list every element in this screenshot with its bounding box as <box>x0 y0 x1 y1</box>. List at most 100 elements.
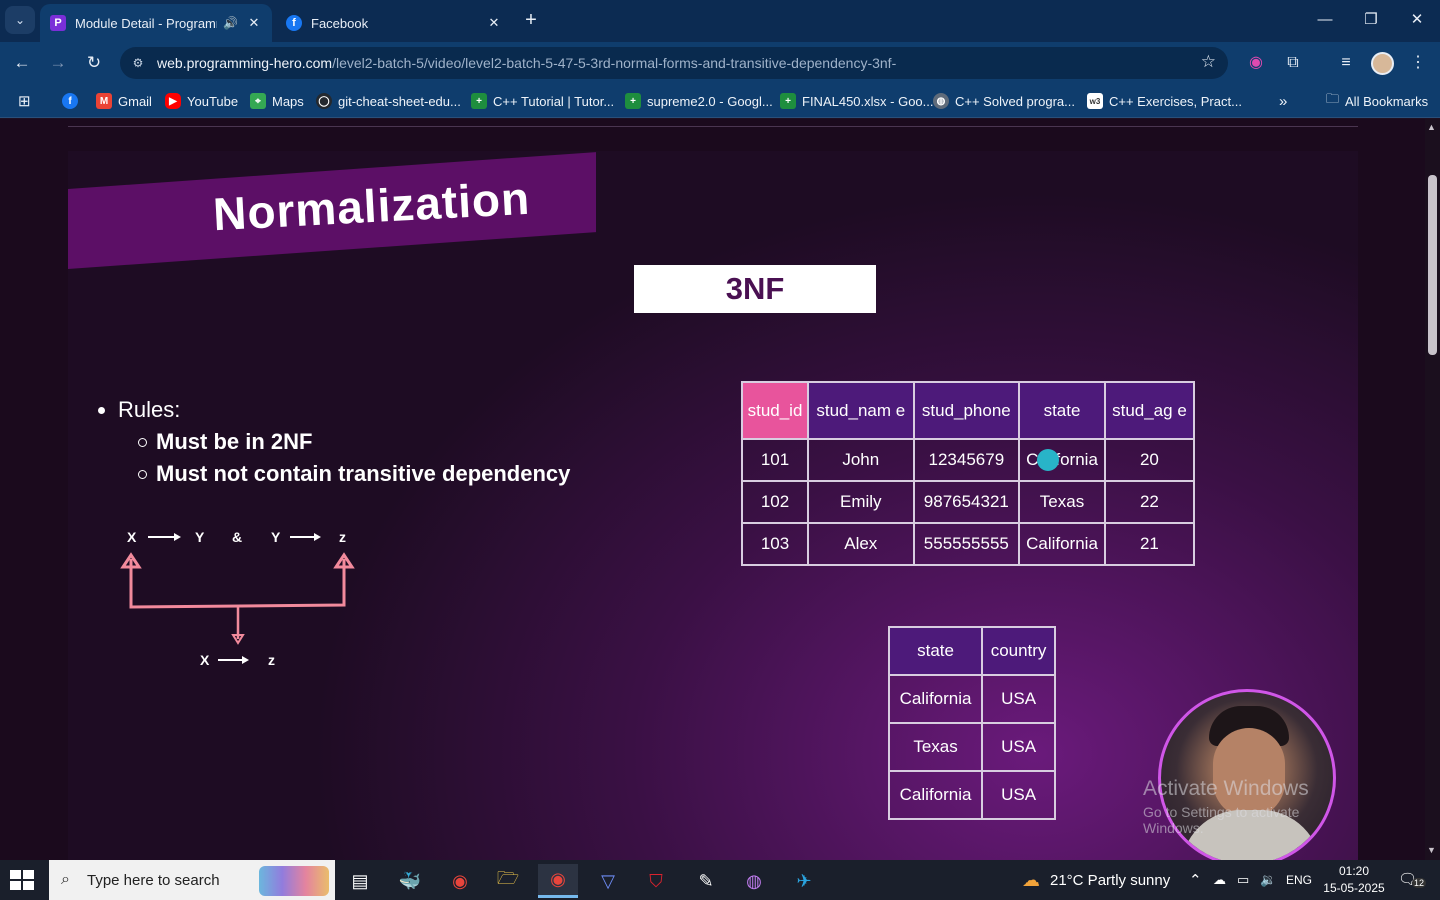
transitive-dependency-diagram: X Y & Y z X z <box>120 529 355 668</box>
bookmark-maps[interactable]: ⌖ Maps <box>250 91 304 111</box>
windows-taskbar: ⌕ Type here to search ▤ 🐳 ◉ 🗁 ◉ ▽ ⛉ ✎ ◍ … <box>0 860 1440 900</box>
diagram-y: Y <box>271 529 281 545</box>
diagram-y: Y <box>195 529 205 545</box>
site-info-icon[interactable]: ⚙ <box>130 56 146 70</box>
taskbar-clock[interactable]: 01:20 15-05-2025 <box>1318 863 1390 897</box>
bookmark-youtube[interactable]: ▶ YouTube <box>165 91 238 111</box>
tray-overflow-icon[interactable]: ⌃ <box>1189 860 1202 900</box>
diagram-z: z <box>339 529 346 545</box>
diagram-x: X <box>200 652 210 668</box>
chevron-down-icon: ⌄ <box>14 13 26 27</box>
language-indicator[interactable]: ENG <box>1286 860 1312 900</box>
bookmark-facebook[interactable]: f <box>62 91 84 111</box>
apps-icon[interactable]: ⊞ <box>18 91 31 111</box>
pen-app-icon[interactable]: ✎ <box>686 864 726 898</box>
facebook-icon: f <box>286 15 302 31</box>
back-button[interactable]: ← <box>8 50 36 76</box>
file-explorer-icon[interactable]: 🗁 <box>488 864 528 898</box>
network-icon[interactable]: ▭ <box>1237 860 1249 900</box>
table-header-row: stud_id stud_nam e stud_phone state stud… <box>740 381 1196 440</box>
task-view-icon[interactable]: ▤ <box>340 864 380 898</box>
table-row: 101 John 12345679 California 20 <box>740 438 1196 482</box>
table-cell: 987654321 <box>912 480 1021 524</box>
bookmark-gmail[interactable]: M Gmail <box>96 91 152 111</box>
table-cell: USA <box>981 770 1056 820</box>
scroll-up-icon[interactable]: ▲ <box>1427 122 1436 132</box>
extension-icon[interactable]: ◉ <box>1243 51 1269 75</box>
scroll-down-icon[interactable]: ▼ <box>1427 845 1436 855</box>
facebook-icon: f <box>62 93 78 109</box>
new-tab-button[interactable]: + <box>519 8 543 32</box>
chrome-profile-icon[interactable]: ◉ <box>538 864 578 898</box>
maps-icon: ⌖ <box>250 93 266 109</box>
app-icon[interactable]: ◍ <box>734 864 774 898</box>
sheets-icon: + <box>625 93 641 109</box>
table-row: Texas USA <box>887 722 1056 772</box>
cursor-highlight <box>1037 449 1059 471</box>
gmail-icon: M <box>96 93 112 109</box>
close-window-button[interactable]: ✕ <box>1400 8 1434 32</box>
vpn-icon[interactable]: ▽ <box>588 864 628 898</box>
table-cell: John <box>807 438 915 482</box>
tab-search-button[interactable]: ⌄ <box>5 6 35 34</box>
windows-start-icon[interactable] <box>10 870 34 890</box>
bookmark-cpp-exercises[interactable]: w3 C++ Exercises, Pract... <box>1087 91 1242 111</box>
weather-widget[interactable]: ☁ 21°C Partly sunny <box>1022 860 1170 900</box>
minimize-button[interactable]: — <box>1308 8 1342 32</box>
rule-item: Must not contain transitive dependency <box>98 461 570 487</box>
tab-facebook[interactable]: f Facebook ✕ <box>276 4 512 42</box>
tab-module-detail[interactable]: P Module Detail - Programmi 🔊 ✕ <box>40 4 272 42</box>
globe-icon: ◍ <box>933 93 949 109</box>
scrollbar-thumb[interactable] <box>1428 175 1437 355</box>
lecture-slide[interactable]: Normalization 3NF Rules: Must be in 2NF … <box>68 151 1358 867</box>
table-cell: 20 <box>1103 438 1196 482</box>
clock-date: 15-05-2025 <box>1323 881 1385 895</box>
notifications-icon[interactable]: 🗨 12 <box>1398 870 1427 890</box>
telegram-icon[interactable]: ✈ <box>784 864 824 898</box>
bookmark-final450[interactable]: + FINAL450.xlsx - Goo... <box>780 91 934 111</box>
media-control-icon[interactable]: ≡ <box>1333 51 1359 75</box>
video-area[interactable]: Normalization 3NF Rules: Must be in 2NF … <box>0 119 1425 867</box>
activate-windows-watermark: Activate Windows Go to Settings to activ… <box>1143 777 1309 836</box>
volume-icon[interactable]: 🔉 <box>1260 860 1276 900</box>
bookmark-star-icon[interactable]: ☆ <box>1201 52 1216 72</box>
avatar[interactable] <box>1371 52 1394 75</box>
student-table: stud_id stud_nam e stud_phone state stud… <box>740 381 1196 566</box>
address-bar[interactable]: ⚙ web.programming-hero.com/level2-batch-… <box>120 47 1228 79</box>
table-cell: California <box>1018 438 1106 482</box>
all-bookmarks-button[interactable]: 🗀 All Bookmarks <box>1326 91 1428 111</box>
table-cell: USA <box>981 674 1056 724</box>
menu-icon[interactable]: ⋮ <box>1405 51 1431 75</box>
more-bookmarks-icon[interactable]: » <box>1279 91 1287 111</box>
mcafee-icon[interactable]: ⛉ <box>636 864 676 898</box>
restore-button[interactable]: ❐ <box>1354 8 1388 32</box>
clock-time: 01:20 <box>1338 864 1370 878</box>
puzzle-icon[interactable]: ⧉ <box>1280 51 1306 75</box>
column-header: stud_id <box>740 381 810 440</box>
table-cell: California <box>1018 522 1106 566</box>
bookmark-supreme[interactable]: + supreme2.0 - Googl... <box>625 91 773 111</box>
speaker-icon[interactable]: 🔊 <box>223 16 238 30</box>
bracket-line <box>129 559 346 609</box>
onedrive-icon[interactable]: ☁ <box>1213 860 1226 900</box>
bookmark-cpp-tutorial[interactable]: + C++ Tutorial | Tutor... <box>471 91 614 111</box>
w3r-icon: w3 <box>1087 93 1103 109</box>
diagram-x: X <box>127 529 137 545</box>
folder-icon: 🗀 <box>1326 91 1340 106</box>
close-icon[interactable]: ✕ <box>246 15 262 31</box>
forward-button[interactable]: → <box>44 50 72 76</box>
column-header: stud_ag e <box>1103 381 1196 440</box>
table-cell: 22 <box>1103 480 1196 524</box>
taskbar-search[interactable]: ⌕ Type here to search <box>49 860 335 900</box>
weather-icon: ☁ <box>1022 869 1040 890</box>
bookmark-git-cheat-sheet[interactable]: ◯ git-cheat-sheet-edu... <box>316 91 461 111</box>
table-cell: 12345679 <box>912 438 1021 482</box>
chrome-icon[interactable]: ◉ <box>440 864 480 898</box>
state-country-table: state country California USA Texas USA C… <box>887 626 1056 820</box>
close-icon[interactable]: ✕ <box>486 15 502 31</box>
table-cell: California <box>887 674 984 724</box>
docker-icon[interactable]: 🐳 <box>390 864 430 898</box>
reload-button[interactable]: ↻ <box>80 50 108 76</box>
bookmark-cpp-solved[interactable]: ◍ C++ Solved progra... <box>933 91 1075 111</box>
rule-item: Must be in 2NF <box>98 429 570 455</box>
